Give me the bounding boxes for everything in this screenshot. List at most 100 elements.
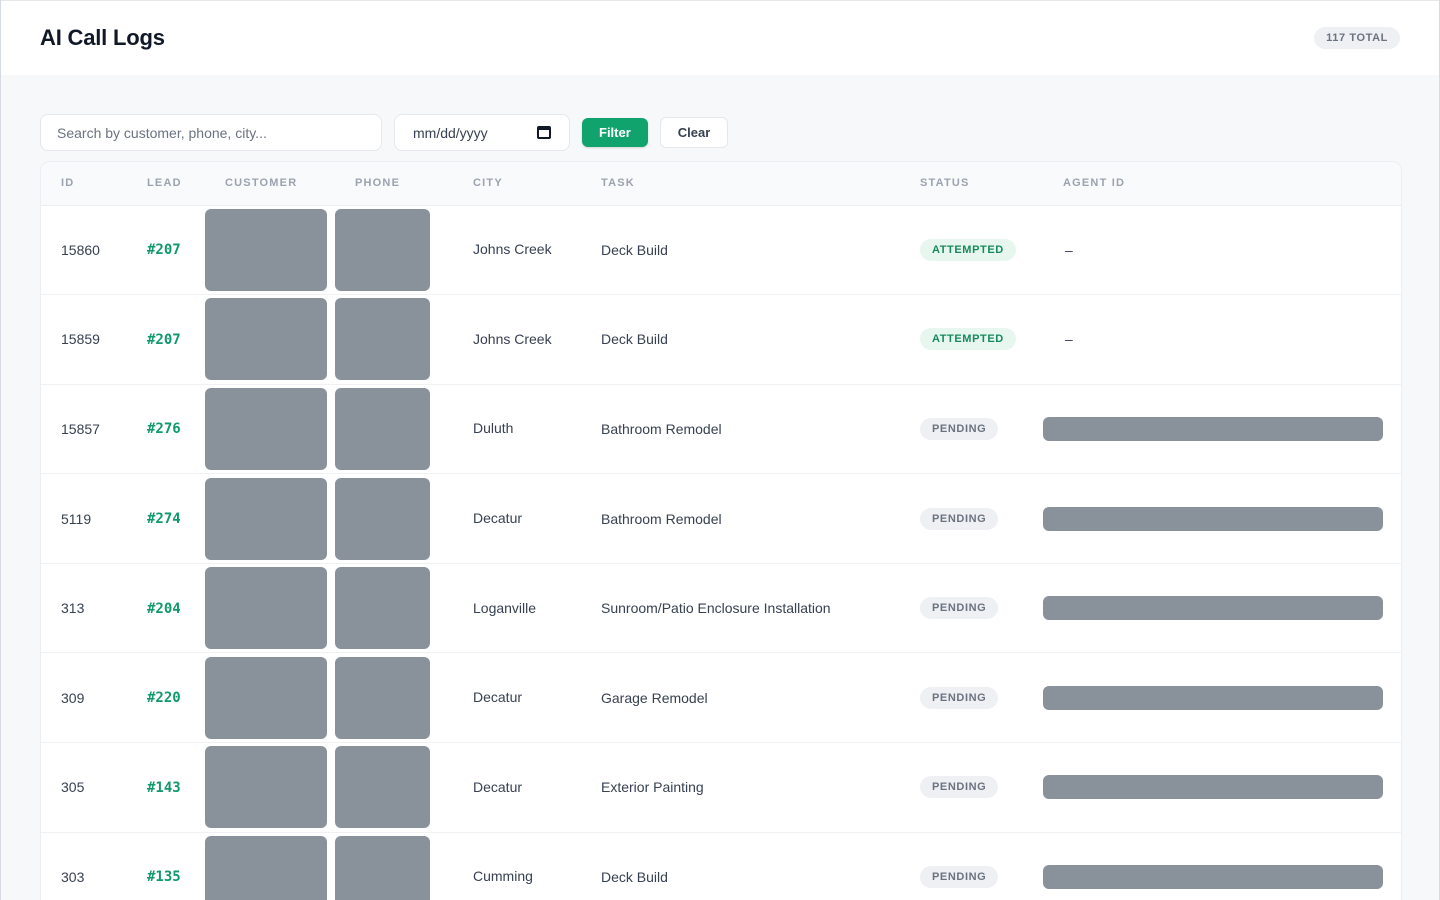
phone-cell xyxy=(335,563,453,654)
agent-id-cell: – xyxy=(1043,294,1401,385)
customer-cell xyxy=(205,384,335,475)
city-cell: Decatur xyxy=(453,473,581,564)
redacted-phone xyxy=(335,298,430,381)
lead-cell: #220 xyxy=(127,652,205,744)
redacted-phone xyxy=(335,746,430,829)
lead-link[interactable]: #274 xyxy=(147,511,181,527)
redacted-agent-id xyxy=(1043,775,1383,800)
clear-button[interactable]: Clear xyxy=(659,117,729,148)
phone-cell xyxy=(335,832,453,900)
table-header-row: ID LEAD CUSTOMER PHONE CITY TASK STATUS … xyxy=(41,162,1401,206)
city-cell: Loganville xyxy=(453,563,581,654)
status-badge: ATTEMPTED xyxy=(920,238,1016,261)
status-cell: PENDING xyxy=(900,652,1043,744)
redacted-customer xyxy=(205,298,327,381)
lead-link[interactable]: #204 xyxy=(147,601,181,617)
redacted-phone xyxy=(335,477,430,560)
lead-cell: #274 xyxy=(127,473,205,564)
table-body: 15860 #207 Johns Creek Deck Build ATTEMPTED –… xyxy=(41,205,1401,900)
column-header-city[interactable]: CITY xyxy=(453,162,581,206)
calendar-icon[interactable] xyxy=(537,126,551,139)
city-cell: Johns Creek xyxy=(453,294,581,385)
city-cell: Cumming xyxy=(453,832,581,900)
id-cell: 5119 xyxy=(41,473,127,564)
status-cell: PENDING xyxy=(900,473,1043,564)
table-row[interactable]: 5119 #274 Decatur Bathroom Remodel PENDING xyxy=(41,473,1401,564)
customer-cell xyxy=(205,563,335,654)
column-header-lead[interactable]: LEAD xyxy=(127,162,205,206)
date-placeholder: mm/dd/yyyy xyxy=(413,124,488,141)
phone-cell xyxy=(335,652,453,744)
lead-link[interactable]: #143 xyxy=(147,780,181,796)
date-input[interactable]: mm/dd/yyyy xyxy=(394,114,570,151)
status-badge: PENDING xyxy=(920,776,999,799)
redacted-customer xyxy=(205,835,327,900)
redacted-phone xyxy=(335,835,430,900)
lead-cell: #276 xyxy=(127,384,205,475)
page-title: AI Call Logs xyxy=(40,25,165,50)
redacted-phone xyxy=(335,656,430,739)
status-badge: PENDING xyxy=(920,417,999,440)
lead-cell: #143 xyxy=(127,742,205,833)
status-badge: PENDING xyxy=(920,865,999,888)
task-cell: Sunroom/Patio Enclosure Installation xyxy=(581,563,900,654)
city-cell: Johns Creek xyxy=(453,205,581,296)
redacted-phone xyxy=(335,387,430,470)
column-header-agent-id[interactable]: AGENT ID xyxy=(1043,162,1401,206)
table-row[interactable]: 15859 #207 Johns Creek Deck Build ATTEMPTED – xyxy=(41,294,1401,385)
table-row[interactable]: 313 #204 Loganville Sunroom/Patio Enclosure… xyxy=(41,563,1401,654)
table-row[interactable]: 15857 #276 Duluth Bathroom Remodel PENDING xyxy=(41,384,1401,475)
lead-cell: #207 xyxy=(127,294,205,385)
agent-id-cell xyxy=(1043,384,1401,475)
lead-link[interactable]: #135 xyxy=(147,869,181,885)
filter-bar: mm/dd/yyyy Filter Clear xyxy=(1,75,1439,161)
column-header-task[interactable]: TASK xyxy=(581,162,900,206)
task-cell: Deck Build xyxy=(581,832,900,900)
lead-cell: #204 xyxy=(127,563,205,654)
redacted-customer xyxy=(205,387,327,470)
column-header-status[interactable]: STATUS xyxy=(900,162,1043,206)
column-header-customer[interactable]: CUSTOMER xyxy=(205,162,335,206)
agent-id-cell xyxy=(1043,473,1401,564)
status-cell: PENDING xyxy=(900,563,1043,654)
task-cell: Garage Remodel xyxy=(581,652,900,744)
lead-link[interactable]: #207 xyxy=(147,332,181,348)
column-header-id[interactable]: ID xyxy=(41,162,127,206)
redacted-customer xyxy=(205,567,327,650)
column-header-phone[interactable]: PHONE xyxy=(335,162,453,206)
lead-link[interactable]: #276 xyxy=(147,421,181,437)
search-input[interactable] xyxy=(40,114,382,151)
agent-id-cell xyxy=(1043,832,1401,900)
redacted-agent-id xyxy=(1043,864,1383,889)
agent-id-cell: – xyxy=(1043,205,1401,296)
city-cell: Decatur xyxy=(453,652,581,744)
lead-cell: #207 xyxy=(127,205,205,296)
id-cell: 303 xyxy=(41,832,127,900)
agent-id-cell xyxy=(1043,652,1401,744)
status-cell: ATTEMPTED xyxy=(900,205,1043,296)
table-row[interactable]: 305 #143 Decatur Exterior Painting PENDING xyxy=(41,742,1401,833)
id-cell: 15857 xyxy=(41,384,127,475)
id-cell: 309 xyxy=(41,652,127,744)
id-cell: 313 xyxy=(41,563,127,654)
redacted-phone xyxy=(335,208,430,291)
redacted-customer xyxy=(205,656,327,739)
table-row[interactable]: 303 #135 Cumming Deck Build PENDING xyxy=(41,832,1401,900)
redacted-phone xyxy=(335,567,430,650)
lead-link[interactable]: #220 xyxy=(147,690,181,706)
agent-id: – xyxy=(1065,241,1073,258)
filter-button[interactable]: Filter xyxy=(582,118,648,147)
lead-link[interactable]: #207 xyxy=(147,242,181,258)
phone-cell xyxy=(335,384,453,475)
customer-cell xyxy=(205,832,335,900)
table-row[interactable]: 309 #220 Decatur Garage Remodel PENDING xyxy=(41,652,1401,744)
status-badge: PENDING xyxy=(920,597,999,620)
task-cell: Deck Build xyxy=(581,205,900,296)
redacted-customer xyxy=(205,208,327,291)
city-cell: Decatur xyxy=(453,742,581,833)
status-badge: PENDING xyxy=(920,507,999,530)
table-row[interactable]: 15860 #207 Johns Creek Deck Build ATTEMPTED – xyxy=(41,205,1401,296)
customer-cell xyxy=(205,294,335,385)
app-frame: AI Call Logs 117 TOTAL mm/dd/yyyy Filter… xyxy=(0,0,1440,900)
status-cell: PENDING xyxy=(900,742,1043,833)
